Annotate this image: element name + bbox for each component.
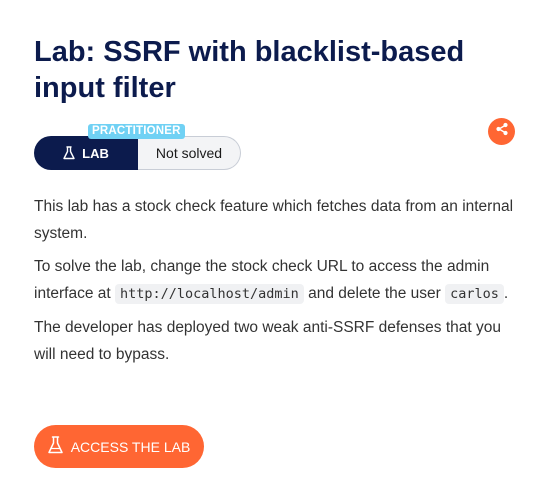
access-lab-label: ACCESS THE LAB — [70, 438, 191, 455]
flask-icon — [47, 436, 63, 457]
text-segment: . — [503, 285, 509, 302]
description-paragraph-1: This lab has a stock check feature which… — [34, 198, 514, 242]
level-badge: PRACTITIONER — [88, 124, 185, 139]
lab-pill: LAB — [34, 136, 138, 170]
description-paragraph-2: To solve the lab, change the stock check… — [34, 253, 514, 308]
text-segment: and delete the user — [303, 285, 446, 302]
share-button[interactable] — [488, 118, 515, 145]
flask-icon — [63, 146, 75, 160]
admin-url-code: http://localhost/admin — [115, 284, 304, 304]
lab-status-widget: LAB Not solved PRACTITIONER — [34, 124, 242, 170]
share-icon — [495, 122, 509, 141]
username-code: carlos — [445, 284, 504, 304]
lab-label: LAB — [82, 145, 109, 161]
page-title: Lab: SSRF with blacklist-based input fil… — [34, 36, 465, 104]
description-paragraph-3: The developer has deployed two weak anti… — [34, 319, 501, 363]
access-lab-button[interactable]: ACCESS THE LAB — [34, 425, 204, 468]
status-badge: Not solved — [138, 136, 241, 170]
lab-description: This lab has a stock check feature which… — [34, 193, 514, 374]
